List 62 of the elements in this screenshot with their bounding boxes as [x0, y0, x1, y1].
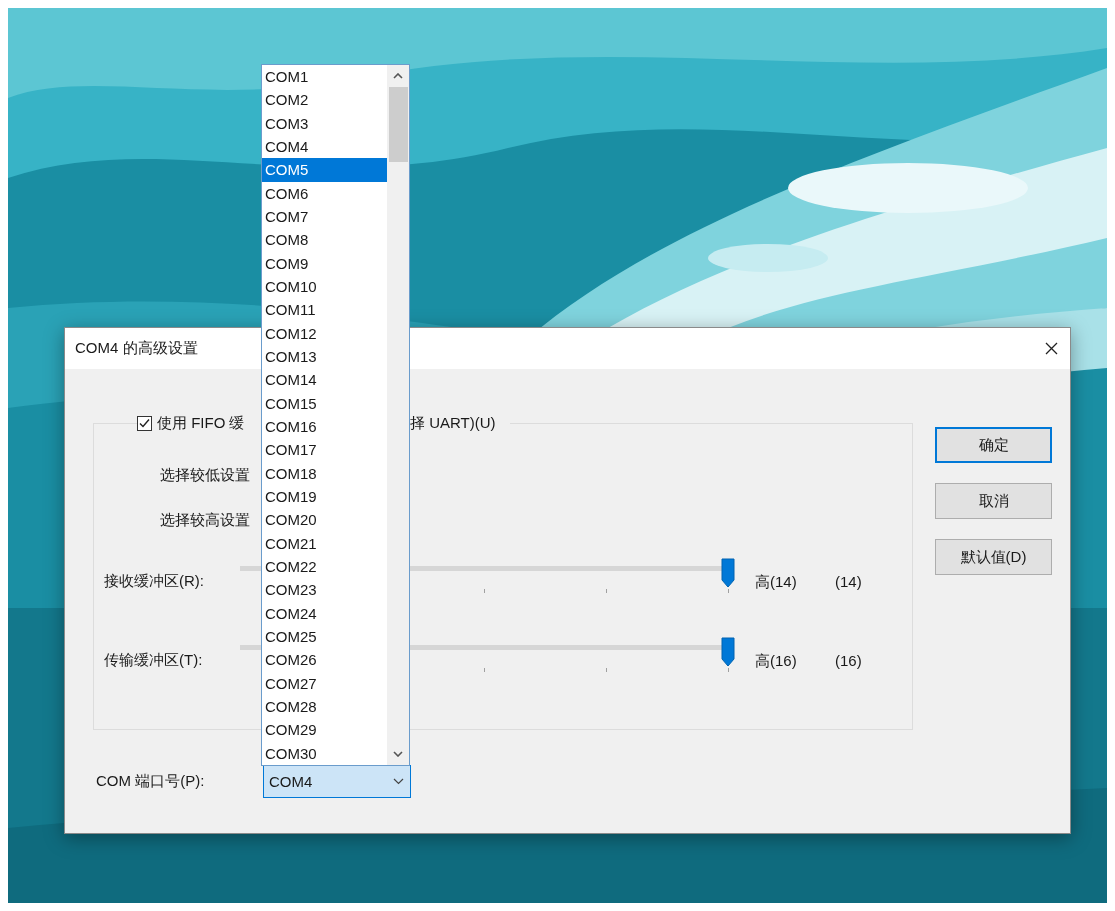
list-item[interactable]: COM7: [262, 204, 387, 229]
list-item[interactable]: COM18: [262, 461, 387, 485]
list-item[interactable]: COM28: [262, 694, 387, 719]
list-item[interactable]: COM16: [262, 414, 387, 439]
dialog-button[interactable]: 确定: [935, 427, 1052, 463]
slider-label: 传输缓冲区(T):: [103, 650, 204, 670]
list-item[interactable]: COM23: [262, 578, 387, 602]
list-item[interactable]: COM25: [262, 624, 387, 649]
list-item[interactable]: COM4: [262, 135, 387, 159]
list-item[interactable]: COM30: [262, 741, 387, 765]
list-item[interactable]: COM20: [262, 508, 387, 532]
list-item[interactable]: COM9: [262, 251, 387, 275]
close-icon[interactable]: [1045, 342, 1058, 355]
scrollbar[interactable]: [387, 65, 409, 765]
list-item[interactable]: COM15: [262, 391, 387, 415]
setting-value: 高(16): [755, 651, 798, 671]
checkbox-label: 择 UART)(U): [410, 413, 496, 433]
tick-mark: [605, 668, 607, 672]
list-item[interactable]: COM11: [262, 298, 387, 322]
scrollbar-thumb[interactable]: [388, 87, 408, 162]
checkbox-label: 使用 FIFO 缓: [157, 413, 246, 433]
dropdown-menu[interactable]: COM1 COM2 COM3 COM4 COM5 COM6 COM7 COM8 COM9 COM10 COM11 COM12 COM13 COM14 COM15 COM16 COM17 COM18 COM19 COM20 COM21 COM22 COM23 COM24 COM25 COM26 COM27 COM28 COM29 COM30: [261, 64, 410, 766]
port-combo-box[interactable]: COM4: [263, 765, 411, 798]
option-label: 选择较低设置: [160, 465, 250, 485]
list-item[interactable]: COM2: [262, 88, 387, 112]
list-item[interactable]: COM21: [262, 531, 387, 555]
list-item[interactable]: COM12: [262, 321, 387, 345]
list-item[interactable]: COM5: [262, 158, 387, 182]
list-item[interactable]: COM19: [262, 484, 387, 509]
list-item[interactable]: COM17: [262, 438, 387, 462]
list-item[interactable]: COM14: [262, 368, 387, 392]
chevron-down-icon: [393, 778, 404, 785]
list-item[interactable]: COM27: [262, 671, 387, 695]
list-item[interactable]: COM29: [262, 718, 387, 742]
scroll-down-icon[interactable]: [393, 751, 403, 757]
list-item[interactable]: COM10: [262, 274, 387, 299]
dialog-button[interactable]: 默认值(D): [935, 539, 1052, 575]
buffer-reading: (14): [835, 572, 862, 592]
setting-value: 高(14): [755, 572, 798, 592]
buffer-reading: (16): [835, 651, 862, 671]
list-item[interactable]: COM22: [262, 554, 387, 579]
slider-label: 接收缓冲区(R):: [103, 571, 205, 591]
checkbox[interactable]: [137, 415, 152, 431]
tick-mark: [605, 589, 607, 593]
tick-mark: [483, 668, 485, 672]
option-label: 选择较高设置: [160, 510, 250, 530]
slider-thumb[interactable]: [721, 637, 735, 667]
port-label: COM 端口号(P):: [95, 772, 206, 791]
tick-mark: [727, 668, 729, 672]
dialog-button[interactable]: 取消: [935, 483, 1052, 519]
tick-mark: [727, 589, 729, 593]
dialog-title: COM4 的高级设置: [75, 339, 198, 358]
scroll-up-icon[interactable]: [393, 73, 403, 79]
list-item[interactable]: COM6: [262, 181, 387, 205]
list-item[interactable]: COM13: [262, 344, 387, 369]
list-item[interactable]: COM26: [262, 648, 387, 672]
list-item[interactable]: COM3: [262, 111, 387, 135]
list-item[interactable]: COM24: [262, 601, 387, 625]
slider-thumb[interactable]: [721, 558, 735, 588]
tick-mark: [483, 589, 485, 593]
list-item[interactable]: COM8: [262, 228, 387, 252]
list-item[interactable]: COM1: [262, 65, 387, 89]
